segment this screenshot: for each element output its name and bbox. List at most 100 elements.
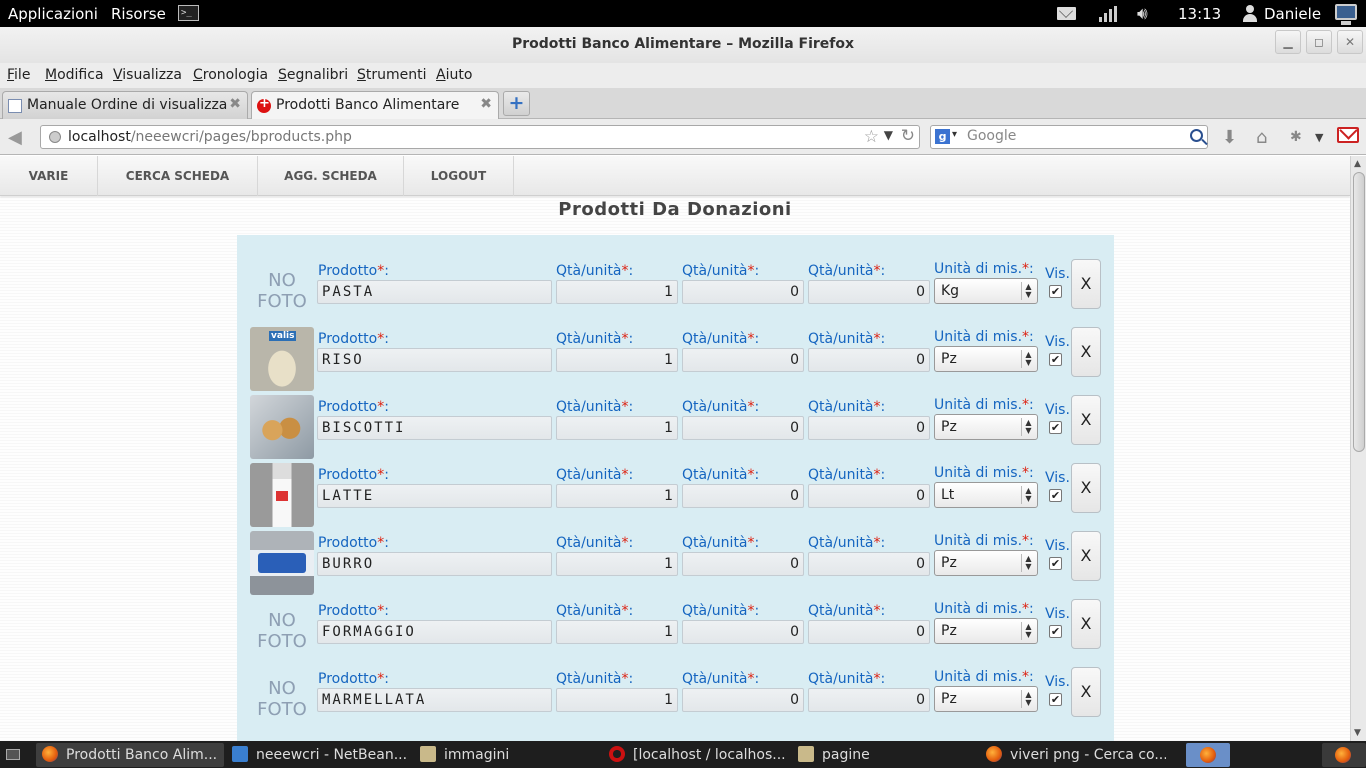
visible-checkbox[interactable]: ✔ (1049, 489, 1062, 502)
nav-cerca-scheda[interactable]: CERCA SCHEDA (98, 156, 258, 196)
qty-field-2[interactable]: 0 (682, 348, 804, 372)
task-prodotti[interactable]: Prodotti Banco Alim... (36, 743, 224, 767)
spinner-arrows-icon[interactable]: ▲ ▼ (1021, 418, 1035, 436)
product-name-field[interactable]: RISO (317, 348, 552, 372)
menu-cronologia[interactable]: Cronologia (193, 67, 268, 83)
task-netbeans[interactable]: neeewcri - NetBean... (232, 743, 410, 767)
product-photo[interactable] (250, 327, 314, 391)
spinner-arrows-icon[interactable]: ▲ ▼ (1021, 282, 1035, 300)
qty-field-1[interactable]: 1 (556, 620, 678, 644)
display-icon[interactable] (1335, 4, 1357, 25)
unit-select[interactable]: Pz ▲ ▼ (934, 346, 1038, 372)
reload-icon[interactable]: ↻ (901, 126, 915, 146)
task-immagini[interactable]: immagini (420, 743, 600, 767)
qty-field-3[interactable]: 0 (808, 620, 930, 644)
page-scrollbar[interactable]: ▲ ▼ (1350, 156, 1366, 741)
close-tab-icon[interactable]: ✖ (480, 96, 492, 112)
qty-field-1[interactable]: 1 (556, 484, 678, 508)
qty-field-1[interactable]: 1 (556, 416, 678, 440)
mail-icon[interactable] (1057, 7, 1076, 20)
menu-modifica[interactable]: Modifica (45, 67, 104, 83)
task-viveri[interactable]: viveri png - Cerca co... (986, 743, 1166, 767)
product-photo[interactable] (250, 531, 314, 595)
clock[interactable]: 13:13 (1178, 5, 1221, 23)
qty-field-3[interactable]: 0 (808, 416, 930, 440)
nav-logout[interactable]: LOGOUT (404, 156, 514, 196)
qty-field-1[interactable]: 1 (556, 552, 678, 576)
scroll-up-icon[interactable]: ▲ (1354, 159, 1361, 169)
volume-icon[interactable]: 🔊︎ (1137, 4, 1148, 24)
search-bar[interactable]: g ▾ (930, 125, 1208, 149)
user-menu[interactable]: Daniele (1264, 5, 1321, 23)
visible-checkbox[interactable]: ✔ (1049, 421, 1062, 434)
nav-agg-scheda[interactable]: AGG. SCHEDA (258, 156, 404, 196)
spinner-arrows-icon[interactable]: ▲ ▼ (1021, 622, 1035, 640)
tray-firefox-2[interactable] (1322, 743, 1366, 767)
qty-field-3[interactable]: 0 (808, 688, 930, 712)
product-name-field[interactable]: PASTA (317, 280, 552, 304)
product-name-field[interactable]: MARMELLATA (317, 688, 552, 712)
menu-segnalibri[interactable]: Segnalibri (278, 67, 348, 83)
home-icon[interactable]: ⌂ (1256, 127, 1267, 148)
qty-field-2[interactable]: 0 (682, 280, 804, 304)
visible-checkbox[interactable]: ✔ (1049, 353, 1062, 366)
product-name-field[interactable]: BISCOTTI (317, 416, 552, 440)
show-desktop-icon[interactable] (6, 749, 20, 760)
download-arrow-icon[interactable]: ⬇ (1222, 127, 1237, 148)
search-icon[interactable] (1190, 129, 1203, 142)
visible-checkbox[interactable]: ✔ (1049, 285, 1062, 298)
back-arrow-icon[interactable]: ◀ (8, 127, 22, 148)
qty-field-2[interactable]: 0 (682, 552, 804, 576)
delete-button[interactable]: X (1071, 531, 1101, 581)
resources-menu[interactable]: Risorse (111, 5, 166, 23)
qty-field-1[interactable]: 1 (556, 688, 678, 712)
spinner-arrows-icon[interactable]: ▲ ▼ (1021, 554, 1035, 572)
delete-button[interactable]: X (1071, 395, 1101, 445)
history-dropdown-icon[interactable]: ▼ (884, 128, 893, 142)
menu-aiuto[interactable]: Aiuto (436, 67, 472, 83)
spinner-arrows-icon[interactable]: ▲ ▼ (1021, 486, 1035, 504)
visible-checkbox[interactable]: ✔ (1049, 693, 1062, 706)
product-name-field[interactable]: LATTE (317, 484, 552, 508)
unit-select[interactable]: Lt ▲ ▼ (934, 482, 1038, 508)
scroll-thumb[interactable] (1353, 172, 1365, 452)
visible-checkbox[interactable]: ✔ (1049, 625, 1062, 638)
network-signal-icon[interactable] (1099, 6, 1117, 22)
tab-prodotti[interactable]: Prodotti Banco Alimentare ✖ (251, 91, 499, 119)
bookmark-star-icon[interactable]: ☆ (864, 127, 879, 147)
qty-field-3[interactable]: 0 (808, 552, 930, 576)
qty-field-2[interactable]: 0 (682, 688, 804, 712)
nav-varie[interactable]: VARIE (0, 156, 98, 196)
delete-button[interactable]: X (1071, 667, 1101, 717)
qty-field-2[interactable]: 0 (682, 484, 804, 508)
engine-dropdown-icon[interactable]: ▾ (952, 129, 957, 140)
new-tab-button[interactable]: + (503, 91, 530, 116)
unit-select[interactable]: Kg ▲ ▼ (934, 278, 1038, 304)
spinner-arrows-icon[interactable]: ▲ ▼ (1021, 690, 1035, 708)
product-name-field[interactable]: BURRO (317, 552, 552, 576)
delete-button[interactable]: X (1071, 463, 1101, 513)
unit-select[interactable]: Pz ▲ ▼ (934, 550, 1038, 576)
close-tab-icon[interactable]: ✖ (229, 96, 241, 112)
terminal-icon[interactable]: >_ (178, 5, 199, 21)
qty-field-3[interactable]: 0 (808, 280, 930, 304)
product-photo[interactable] (250, 463, 314, 527)
menu-visualizza[interactable]: Visualizza (113, 67, 182, 83)
google-engine-icon[interactable]: g (935, 129, 950, 144)
addon-icon[interactable]: ✱ (1290, 129, 1302, 145)
url-text[interactable]: localhost/neeewcri/pages/bproducts.php (68, 129, 352, 145)
minimize-button[interactable]: ▁ (1275, 30, 1301, 54)
product-photo[interactable] (250, 395, 314, 459)
menu-file[interactable]: File (7, 67, 30, 83)
mail-notifier-icon[interactable] (1337, 127, 1359, 143)
url-bar[interactable]: localhost/neeewcri/pages/bproducts.php ☆… (40, 125, 920, 149)
applications-menu[interactable]: Applicazioni (8, 5, 98, 23)
qty-field-3[interactable]: 0 (808, 348, 930, 372)
spinner-arrows-icon[interactable]: ▲ ▼ (1021, 350, 1035, 368)
delete-button[interactable]: X (1071, 259, 1101, 309)
addon-dropdown-icon[interactable]: ▼ (1315, 131, 1323, 144)
close-window-button[interactable]: ✕ (1337, 30, 1363, 54)
qty-field-1[interactable]: 1 (556, 348, 678, 372)
qty-field-2[interactable]: 0 (682, 620, 804, 644)
qty-field-3[interactable]: 0 (808, 484, 930, 508)
